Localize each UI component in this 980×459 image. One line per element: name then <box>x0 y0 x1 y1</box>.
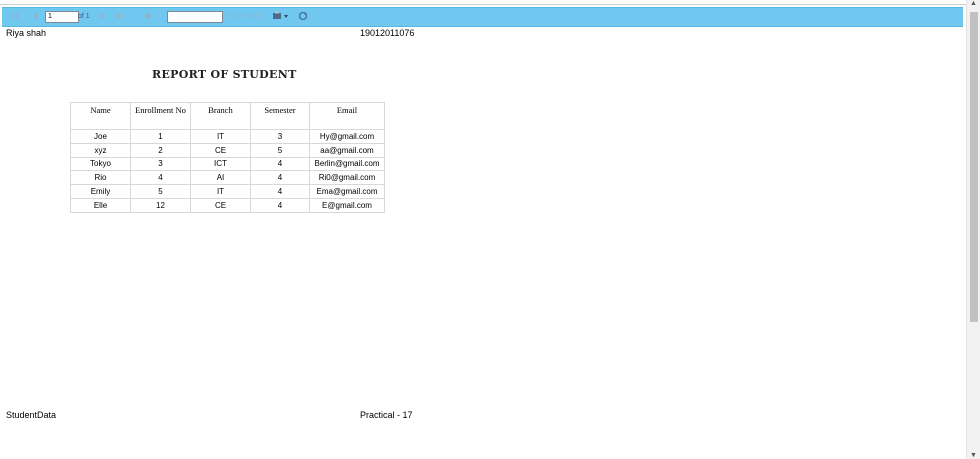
cell-branch: ICT <box>190 156 251 172</box>
cell-name: xyz <box>70 142 131 158</box>
table-row: Emily 5 IT 4 Ema@gmail.com <box>70 184 385 199</box>
cell-name: Joe <box>70 129 131 144</box>
cell-enrollment: 5 <box>130 184 191 199</box>
page-header-author: Riya shah <box>6 28 47 38</box>
find-link[interactable]: Find <box>225 11 239 23</box>
student-report-table: Name Enrollment No Branch Semester Email… <box>70 102 385 213</box>
page-number-input[interactable] <box>45 11 79 23</box>
find-text-input[interactable] <box>167 11 223 23</box>
previous-page-icon[interactable] <box>30 11 40 23</box>
find-separator: | <box>240 13 242 20</box>
scroll-up-arrow-icon[interactable]: ▲ <box>970 0 977 7</box>
scrollbar-thumb[interactable] <box>970 12 978 322</box>
vertical-scrollbar[interactable]: ▲ ▼ <box>966 0 980 459</box>
scroll-down-arrow-icon[interactable]: ▼ <box>970 452 977 459</box>
cell-branch: IT <box>190 184 251 199</box>
export-icon[interactable] <box>272 11 290 23</box>
cell-email: E@gmail.com <box>309 197 385 213</box>
window-top-border <box>0 0 966 5</box>
page-footer-report-name: StudentData <box>6 410 57 420</box>
first-page-icon[interactable] <box>10 11 20 23</box>
table-row: Joe 1 IT 3 Hy@gmail.com <box>70 129 385 144</box>
column-header-email: Email <box>309 102 385 130</box>
cell-enrollment: 2 <box>130 142 191 158</box>
page-count-label: of 1 <box>78 13 90 20</box>
cell-branch: CE <box>190 142 251 158</box>
cell-email: Ri0@gmail.com <box>309 170 385 186</box>
cell-semester: 5 <box>250 142 310 158</box>
cell-enrollment: 1 <box>130 129 191 144</box>
column-header-branch: Branch <box>190 102 251 130</box>
cell-semester: 4 <box>250 197 310 213</box>
cell-branch: AI <box>190 170 251 186</box>
cell-email: Berlin@gmail.com <box>309 156 385 172</box>
report-title: REPORT OF STUDENT <box>152 68 297 81</box>
cell-email: Hy@gmail.com <box>309 129 385 144</box>
table-row: xyz 2 CE 5 aa@gmail.com <box>70 142 385 158</box>
cell-name: Tokyo <box>70 156 131 172</box>
column-header-enrollment: Enrollment No <box>130 102 191 130</box>
cell-enrollment: 4 <box>130 170 191 186</box>
cell-email: Ema@gmail.com <box>309 184 385 199</box>
find-next-link[interactable]: Next <box>245 11 259 23</box>
cell-branch: IT <box>190 129 251 144</box>
table-row: Tokyo 3 ICT 4 Berlin@gmail.com <box>70 156 385 172</box>
back-icon[interactable] <box>143 11 153 23</box>
cell-enrollment: 12 <box>130 197 191 213</box>
cell-semester: 3 <box>250 129 310 144</box>
report-viewer-toolbar: of 1 Find | Next <box>2 7 963 27</box>
cell-name: Emily <box>70 184 131 199</box>
cell-email: aa@gmail.com <box>309 142 385 158</box>
last-page-icon[interactable] <box>114 11 124 23</box>
column-header-semester: Semester <box>250 102 310 130</box>
cell-branch: CE <box>190 197 251 213</box>
cell-semester: 4 <box>250 170 310 186</box>
page-header-enrollment: 19012011076 <box>360 28 415 38</box>
cell-name: Rio <box>70 170 131 186</box>
cell-enrollment: 3 <box>130 156 191 172</box>
table-row: Elle 12 CE 4 E@gmail.com <box>70 197 385 213</box>
column-header-name: Name <box>70 102 131 130</box>
cell-semester: 4 <box>250 156 310 172</box>
cell-name: Elle <box>70 197 131 213</box>
next-page-icon[interactable] <box>97 11 107 23</box>
page-footer-practical: Practical - 17 <box>360 410 413 420</box>
table-row: Rio 4 AI 4 Ri0@gmail.com <box>70 170 385 186</box>
cell-semester: 4 <box>250 184 310 199</box>
table-header-row: Name Enrollment No Branch Semester Email <box>70 102 385 130</box>
refresh-icon[interactable] <box>298 11 308 23</box>
